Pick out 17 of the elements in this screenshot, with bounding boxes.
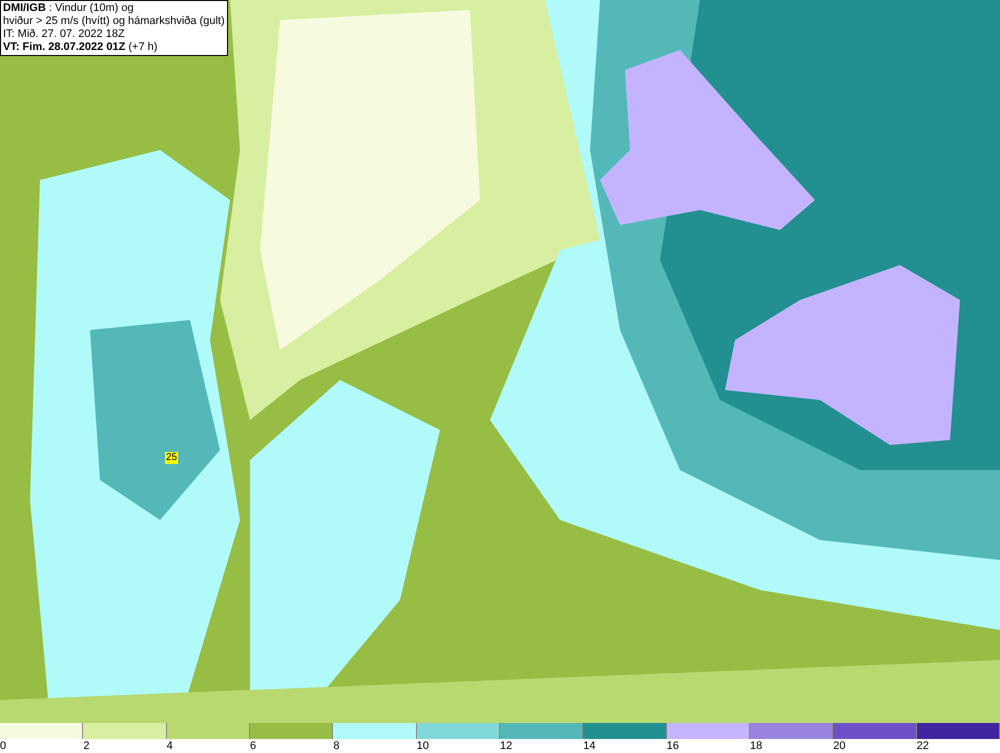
legend-label: 20	[833, 739, 846, 753]
info-text: VT: Fim. 28.07.2022 01Z (+7 h)	[3, 41, 158, 54]
legend-label: 14	[583, 739, 596, 753]
info-text: hviður > 25 m/s (hvítt) og hámarkshviða (gult)	[3, 15, 225, 28]
legend-label: 2	[83, 739, 90, 753]
legend-label: 10	[416, 739, 429, 753]
legend-label: 22	[916, 739, 929, 753]
legend-label: 18	[750, 739, 762, 753]
info-text: IT: Mið. 27. 07. 2022 18Z	[3, 28, 126, 41]
legend-label: 6	[250, 739, 256, 753]
gust-marker: 25	[165, 452, 178, 464]
legend-label: 16	[666, 739, 679, 753]
legend-label: 4	[166, 739, 173, 753]
legend-label: 12	[500, 739, 512, 753]
legend-label: 0	[0, 739, 6, 753]
info-text: DMI/IGB : Vindur (10m) og	[3, 2, 135, 15]
legend-label: 8	[333, 739, 340, 753]
